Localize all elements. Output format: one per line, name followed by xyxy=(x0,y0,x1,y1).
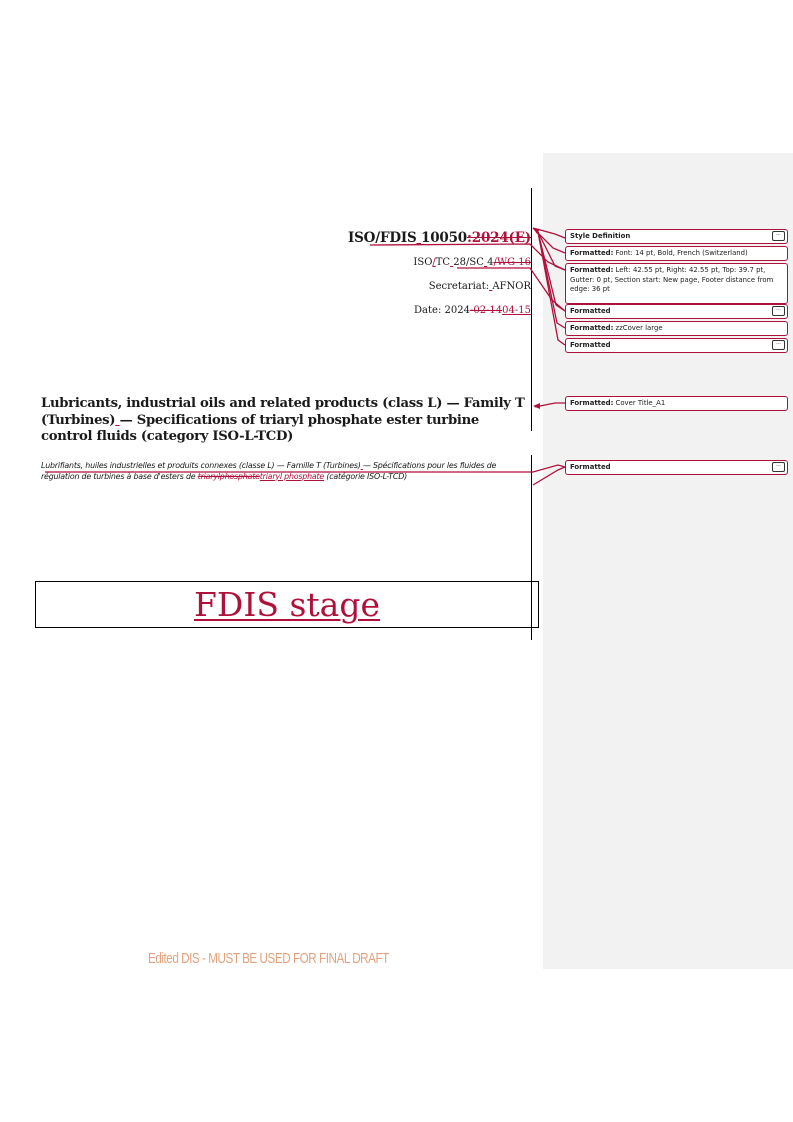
document-reference: ISO/FDIS 10050:2024(E) xyxy=(348,230,531,246)
text-boundary-line xyxy=(531,188,532,431)
deleted-text: :2024(E) xyxy=(466,230,531,246)
secretariat-value: AFNOR xyxy=(492,281,531,292)
more-details-button[interactable]: ... xyxy=(772,306,785,316)
revision-balloon[interactable]: Formatted: zzCover large xyxy=(565,321,788,336)
revision-balloon[interactable]: Formatted: Cover Title_A1 xyxy=(565,396,788,411)
revision-balloon[interactable]: Formatted... xyxy=(565,460,788,475)
title-english: Lubricants, industrial oils and related … xyxy=(41,396,531,446)
revision-balloon[interactable]: Formatted: Left: 42.55 pt, Right: 42.55 … xyxy=(565,263,788,304)
revision-balloon[interactable]: Formatted: Font: 14 pt, Bold, French (Sw… xyxy=(565,246,788,261)
inserted-text: triaryl phosphate xyxy=(259,471,325,481)
secretariat-label: Secretariat: xyxy=(428,281,490,292)
date-label: Date: 2024 xyxy=(414,305,470,316)
doc-ref-base: ISO/FDIS xyxy=(347,230,417,246)
tc-ref-text: 28/SC xyxy=(453,257,484,268)
edited-dis-note: Edited DIS - MUST BE USED FOR FINAL DRAF… xyxy=(148,950,389,967)
deleted-text: triarylphosphate xyxy=(197,471,260,481)
stage-box: FDIS stage xyxy=(35,581,539,628)
secretariat: Secretariat: AFNOR xyxy=(429,281,531,292)
leader-arrow xyxy=(533,228,540,234)
tc-ref-text: TC xyxy=(435,257,451,268)
balloon-label: Formatted: xyxy=(570,249,614,257)
inserted-text: 04-15 xyxy=(502,305,531,316)
deleted-text: -02-14 xyxy=(469,305,503,316)
revision-balloon[interactable]: Style Definition... xyxy=(565,229,788,244)
date-line: Date: 2024-02-1404-15 xyxy=(414,305,531,316)
title-fr-text: Lubrifiants, huiles industrielles et pro… xyxy=(41,461,361,470)
revision-balloon[interactable]: Formatted... xyxy=(565,304,788,319)
balloon-label: Style Definition xyxy=(570,232,631,240)
balloon-text: zzCover large xyxy=(613,324,663,332)
balloon-label: Formatted: xyxy=(570,266,614,274)
title-fr-text: (catégorie ISO-L-TCD) xyxy=(324,471,407,481)
committee-reference: ISO/TC 28/SC 4/WG 16 xyxy=(413,257,531,268)
revision-balloon[interactable]: Formatted... xyxy=(565,338,788,353)
doc-ref-number: 10050 xyxy=(421,230,467,246)
stage-label: FDIS stage xyxy=(193,585,380,624)
more-details-button[interactable]: ... xyxy=(772,231,785,241)
balloon-label: Formatted xyxy=(570,463,611,471)
balloon-text: Font: 14 pt, Bold, French (Switzerland) xyxy=(613,249,748,257)
deleted-text: /WG 16 xyxy=(493,257,531,268)
balloon-label: Formatted xyxy=(570,341,611,349)
leader-arrow xyxy=(533,403,540,409)
balloon-text: Cover Title_A1 xyxy=(613,399,666,407)
balloon-label: Formatted xyxy=(570,307,611,315)
more-details-button[interactable]: ... xyxy=(772,340,785,350)
balloon-label: Formatted: xyxy=(570,324,614,332)
title-french: Lubrifiants, huiles industrielles et pro… xyxy=(41,461,533,482)
more-details-button[interactable]: ... xyxy=(772,462,785,472)
tc-ref-text: ISO xyxy=(413,257,433,268)
balloon-label: Formatted: xyxy=(570,399,614,407)
